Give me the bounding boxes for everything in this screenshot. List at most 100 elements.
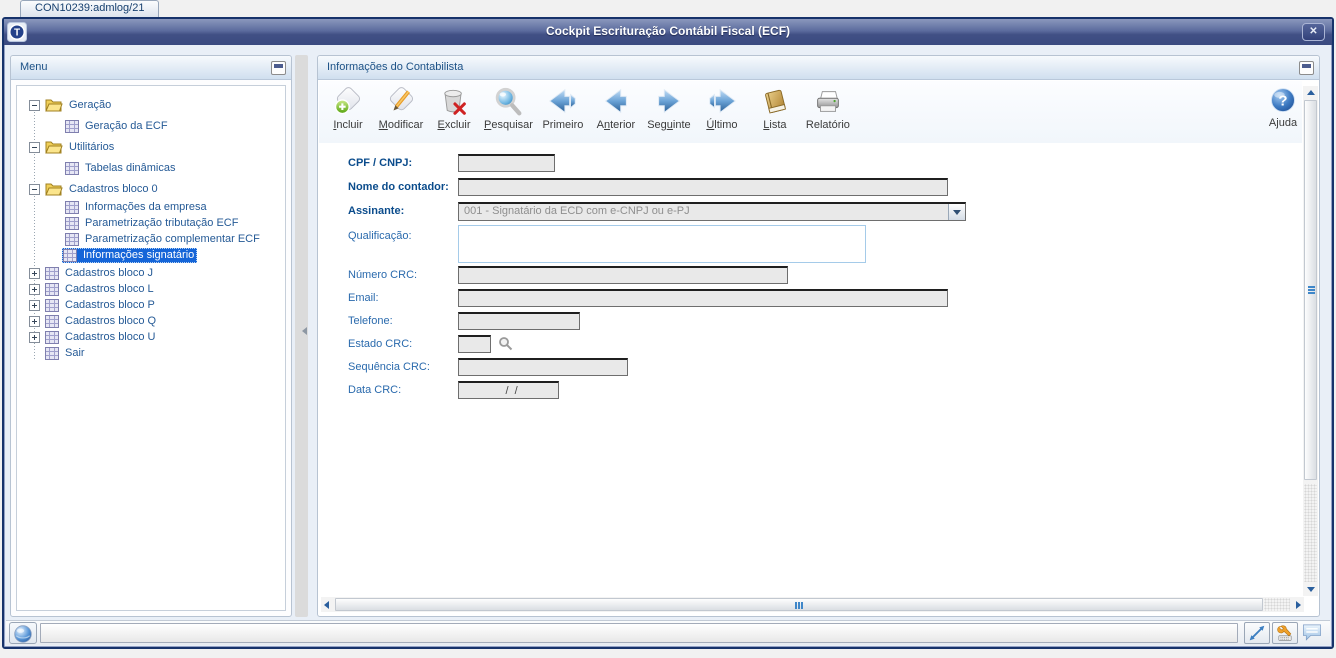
vertical-scroll-thumb[interactable] — [1304, 100, 1317, 480]
cpf-input[interactable] — [458, 154, 555, 172]
vertical-scrollbar[interactable] — [1303, 86, 1318, 596]
nome-contador-label: Nome do contador: — [348, 181, 449, 193]
menu-panel-title: Menu — [20, 61, 48, 73]
keyboard-config-icon — [1277, 625, 1292, 641]
nome-contador-input[interactable] — [458, 178, 948, 196]
horizontal-scroll-thumb[interactable] — [335, 598, 1263, 611]
tree-item-informacoes-da-empresa[interactable]: Informações da empresa — [17, 199, 285, 215]
scroll-left-arrow[interactable] — [321, 597, 334, 612]
seguinte-button[interactable]: Seguinte — [646, 86, 692, 131]
collapse-expander-icon[interactable] — [29, 141, 40, 153]
data-crc-input[interactable] — [458, 381, 559, 399]
tree-item-cadastros-bloco-u[interactable]: Cadastros bloco U — [17, 329, 285, 345]
vertical-scroll-track[interactable] — [1304, 484, 1317, 582]
horizontal-scrollbar[interactable] — [321, 597, 1304, 612]
excluir-button[interactable]: Excluir — [431, 86, 477, 131]
menu-collapse-icon[interactable] — [271, 61, 286, 75]
tree-item-cadastros-bloco-q[interactable]: Cadastros bloco Q — [17, 313, 285, 329]
tree-item-informacoes-signatario[interactable]: Informações signatário — [17, 247, 285, 263]
estado-crc-input[interactable] — [458, 335, 491, 353]
pesquisar-button[interactable]: Pesquisar — [484, 86, 533, 131]
app-window: T Cockpit Escrituração Contábil Fiscal (… — [2, 17, 1334, 649]
content-panel: Informações do Contabilista Incluir Modi… — [317, 55, 1320, 617]
telefone-label: Telefone: — [348, 315, 393, 327]
next-arrow-icon — [658, 88, 681, 114]
list-book-icon — [765, 89, 786, 114]
sequencia-crc-input[interactable] — [458, 358, 628, 376]
tree-item-cadastros-bloco-l[interactable]: Cadastros bloco L — [17, 281, 285, 297]
toolbar: Incluir Modificar Excluir Pesquisar Prim… — [319, 81, 1302, 143]
toolbar-button-label: Anterior — [596, 119, 636, 131]
scroll-down-arrow[interactable] — [1303, 583, 1318, 596]
numero-crc-input[interactable] — [458, 266, 788, 284]
scroll-up-arrow[interactable] — [1303, 86, 1318, 99]
help-icon: ? — [1271, 88, 1295, 113]
menu-panel: Menu Geração Geração da ECF Utilitários … — [10, 55, 292, 617]
expand-expander-icon[interactable] — [29, 283, 40, 295]
tree-item-utilitarios[interactable]: Utilitários — [17, 139, 285, 155]
expand-expander-icon[interactable] — [29, 267, 40, 279]
qualificacao-textarea[interactable] — [458, 225, 866, 263]
tree-item-cadastros-bloco-j[interactable]: Cadastros bloco J — [17, 265, 285, 281]
grid-icon — [65, 200, 79, 214]
folder-open-icon — [45, 99, 63, 112]
tree-item-cadastros-bloco-p[interactable]: Cadastros bloco P — [17, 297, 285, 313]
tree-item-parametrizacao-complementar-ecf[interactable]: Parametrização complementar ECF — [17, 231, 285, 247]
chat-icon — [1303, 624, 1321, 641]
toolbar-button-label: Incluir — [333, 119, 363, 131]
primeiro-button[interactable]: Primeiro — [540, 86, 586, 131]
titlebar: T Cockpit Escrituração Contábil Fiscal (… — [4, 19, 1332, 45]
close-button[interactable]: ✕ — [1302, 23, 1325, 41]
help-label: Ajuda — [1268, 117, 1298, 129]
assinante-select[interactable]: 001 - Signatário da ECD com e-CNPJ ou e-… — [458, 202, 966, 221]
relatorio-button[interactable]: Relatório — [805, 86, 851, 131]
ultimo-button[interactable]: Último — [699, 86, 745, 131]
tree-item-tabelas-dinamicas[interactable]: Tabelas dinâmicas — [17, 160, 285, 176]
chevron-down-icon[interactable] — [948, 204, 965, 220]
status-message-field — [40, 623, 1238, 643]
lista-button[interactable]: Lista — [752, 86, 798, 131]
printer-icon — [817, 91, 839, 112]
resize-button[interactable] — [1244, 622, 1270, 644]
tree-item-label: Cadastros bloco U — [65, 331, 156, 343]
collapse-expander-icon[interactable] — [29, 183, 40, 195]
keyboard-config-button[interactable] — [1272, 622, 1298, 644]
telefone-input[interactable] — [458, 312, 580, 330]
folder-open-icon — [45, 141, 63, 154]
panel-splitter[interactable] — [295, 55, 308, 617]
anterior-button[interactable]: Anterior — [593, 86, 639, 131]
modificar-button[interactable]: Modificar — [378, 86, 424, 131]
tree-item-parametrizacao-tributacao-ecf[interactable]: Parametrização tributação ECF — [17, 215, 285, 231]
scroll-grip-icon — [795, 602, 803, 609]
tree-item-label: Cadastros bloco J — [65, 267, 154, 279]
horizontal-scroll-track[interactable] — [1264, 598, 1290, 611]
estado-crc-lookup-icon[interactable] — [498, 336, 514, 352]
scroll-right-arrow[interactable] — [1291, 597, 1304, 612]
folder-open-icon — [45, 183, 63, 196]
tree-item-geracao[interactable]: Geração — [17, 97, 285, 113]
grid-icon — [65, 232, 79, 246]
numero-crc-label: Número CRC: — [348, 269, 418, 281]
expand-expander-icon[interactable] — [29, 331, 40, 343]
tree-item-sair[interactable]: Sair — [17, 345, 285, 361]
ajuda-button[interactable]: ? Ajuda — [1266, 86, 1300, 129]
chat-button[interactable] — [1300, 622, 1328, 644]
session-tab[interactable]: CON10239:admlog/21 — [20, 0, 160, 17]
content-collapse-icon[interactable] — [1299, 61, 1314, 75]
scroll-grip-icon — [1308, 286, 1315, 294]
estado-crc-label: Estado CRC: — [348, 338, 413, 350]
expand-expander-icon[interactable] — [29, 299, 40, 311]
add-record-icon — [334, 87, 361, 115]
tree-item-label: Informações signatário — [83, 249, 195, 261]
tree-item-geracao-da-ecf[interactable]: Geração da ECF — [17, 118, 285, 134]
data-crc-label: Data CRC: — [348, 384, 402, 396]
tree-item-cadastros-bloco-0[interactable]: Cadastros bloco 0 — [17, 181, 285, 197]
grid-icon — [45, 266, 59, 280]
toolbar-button-label: Modificar — [378, 119, 424, 131]
email-input[interactable] — [458, 289, 948, 307]
collapse-expander-icon[interactable] — [29, 99, 40, 111]
incluir-button[interactable]: Incluir — [325, 86, 371, 131]
status-sphere-button[interactable] — [9, 622, 37, 644]
expand-expander-icon[interactable] — [29, 315, 40, 327]
edit-record-icon — [389, 87, 414, 111]
